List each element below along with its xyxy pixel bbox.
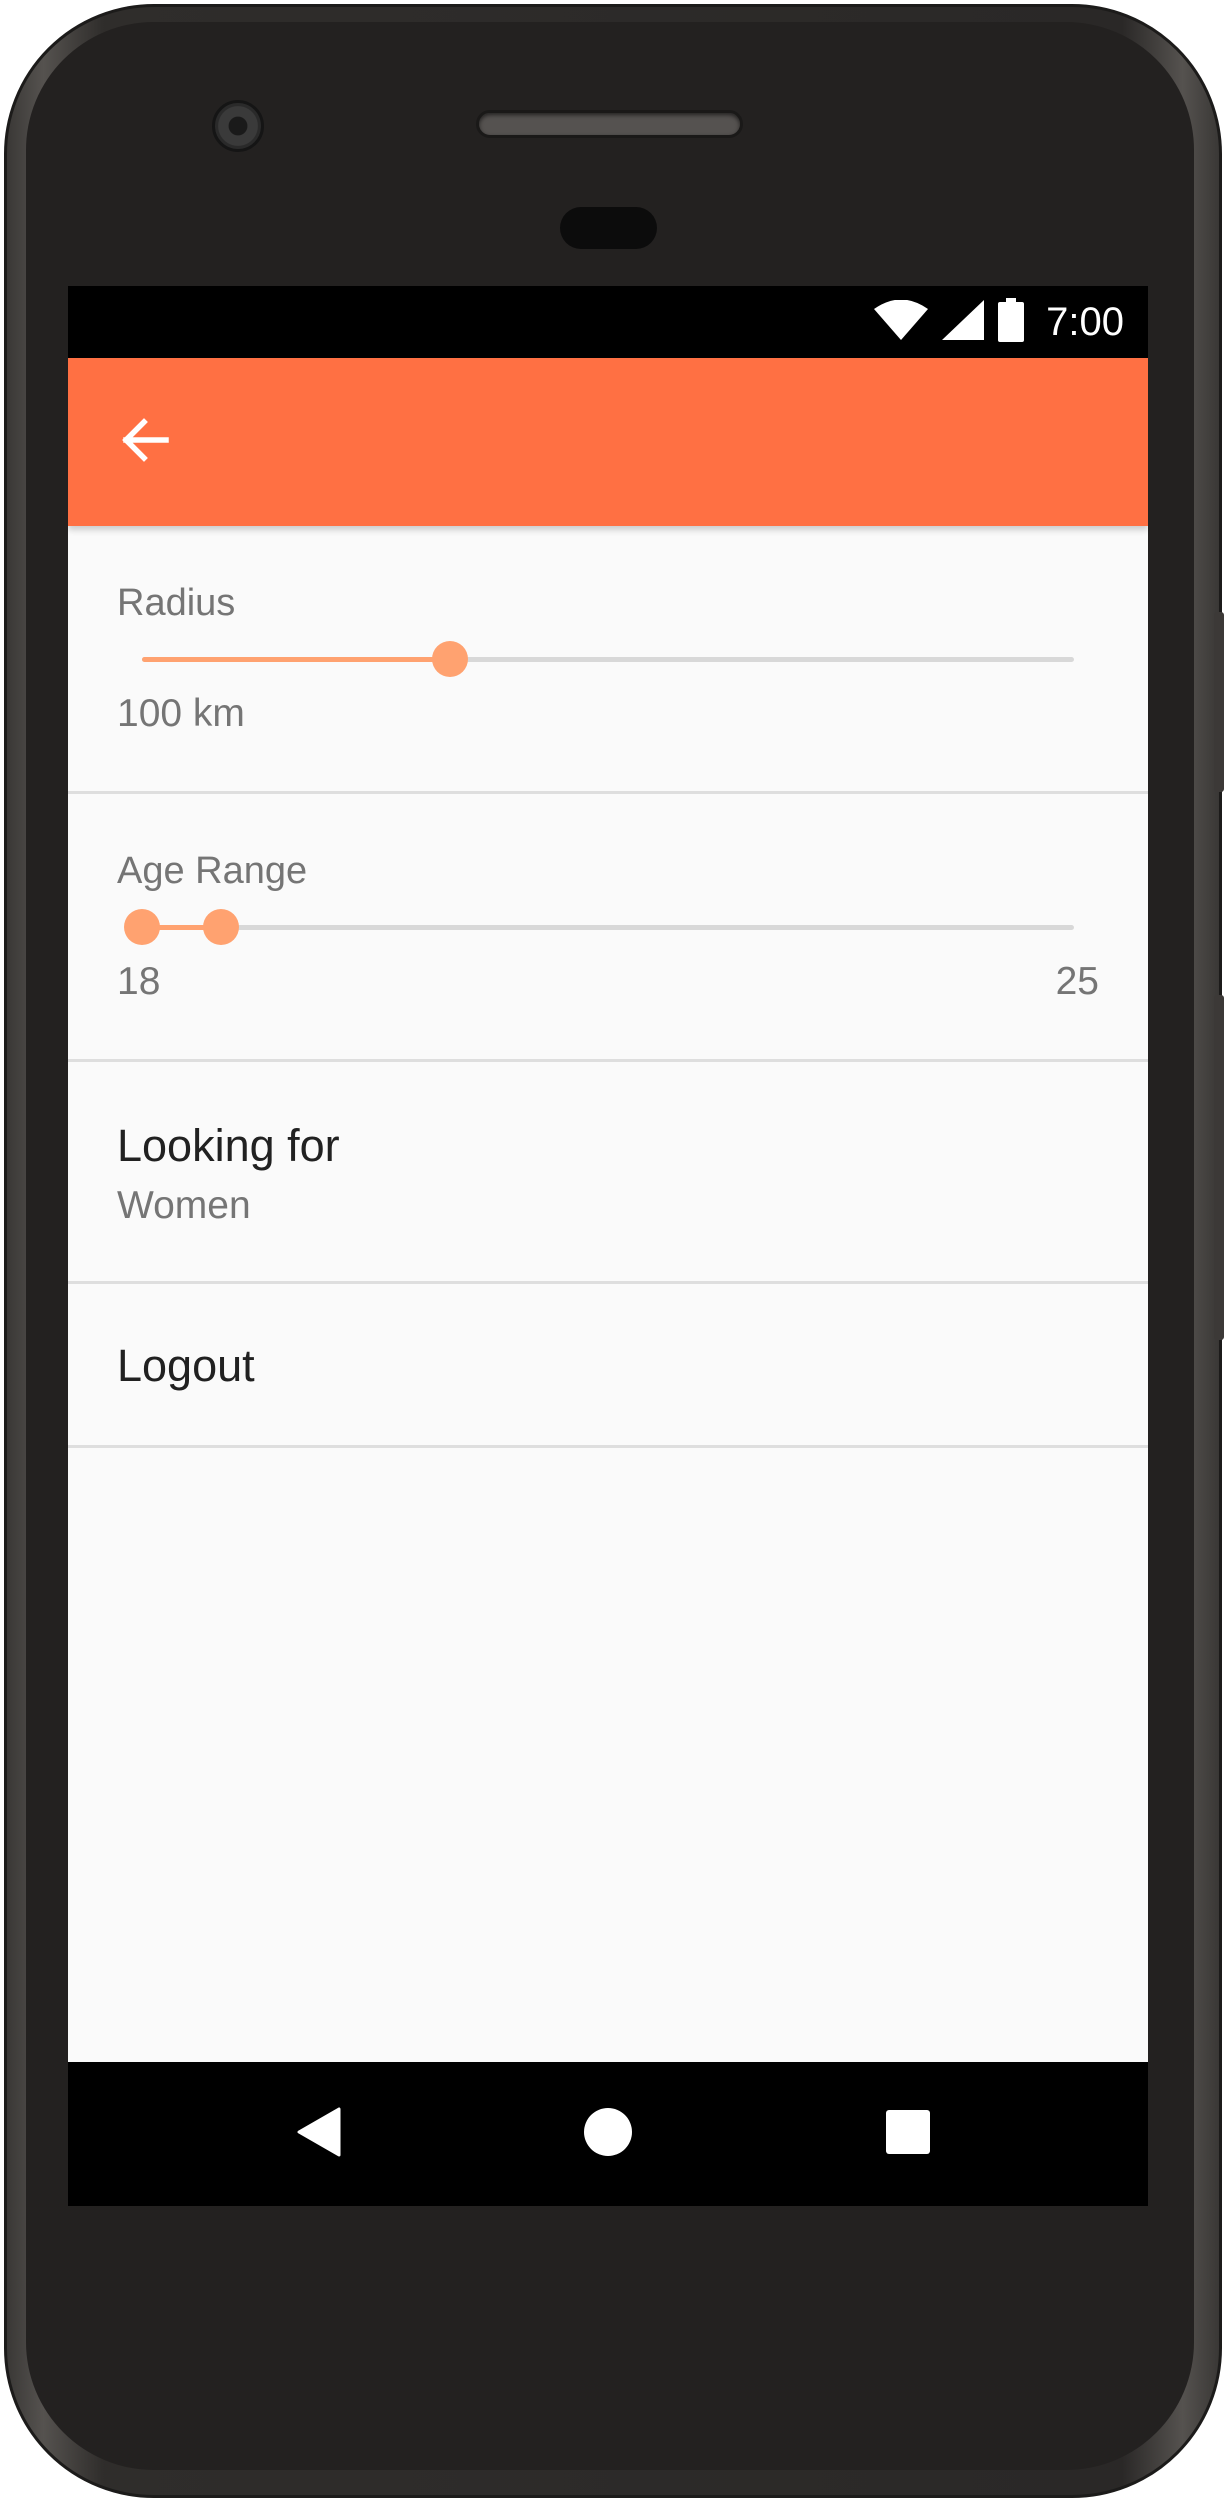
front-camera xyxy=(212,100,264,152)
app-bar xyxy=(68,358,1148,526)
radius-label: Radius xyxy=(117,582,236,624)
slider-fill xyxy=(142,657,450,662)
age-max-thumb[interactable] xyxy=(203,909,240,945)
slider-track xyxy=(142,925,1074,930)
volume-button xyxy=(1214,612,1224,792)
nav-home-button[interactable] xyxy=(576,2102,640,2166)
age-max-value: 25 xyxy=(1055,960,1099,1003)
proximity-sensor xyxy=(560,207,657,249)
arrow-back-icon xyxy=(118,414,170,471)
cell-signal-icon xyxy=(942,299,985,345)
nav-back-button[interactable] xyxy=(287,2102,351,2166)
age-min-value: 18 xyxy=(117,960,161,1003)
logout-label: Logout xyxy=(117,1340,255,1391)
settings-list: Radius 100 km Age Range 18 25 Looking fo… xyxy=(68,526,1148,1448)
status-bar: 7:00 xyxy=(68,286,1148,358)
status-time: 7:00 xyxy=(1046,299,1124,344)
radius-slider[interactable] xyxy=(142,639,1074,679)
radius-setting: Radius 100 km xyxy=(68,526,1148,794)
looking-for-title: Looking for xyxy=(117,1120,340,1171)
recents-square-icon xyxy=(885,2109,931,2160)
looking-for-value: Women xyxy=(117,1184,251,1227)
looking-for-setting[interactable]: Looking for Women xyxy=(68,1062,1148,1284)
navigation-bar xyxy=(68,2062,1148,2206)
back-triangle-icon xyxy=(297,2107,341,2162)
age-range-label: Age Range xyxy=(117,850,308,892)
radius-value: 100 km xyxy=(117,692,245,735)
age-min-thumb[interactable] xyxy=(124,909,160,945)
back-button[interactable] xyxy=(110,408,178,476)
wifi-icon xyxy=(874,299,929,345)
screen: 7:00 Radius 100 km Age Range 18 25 Looki… xyxy=(68,286,1148,2206)
nav-recents-button[interactable] xyxy=(876,2102,940,2166)
age-range-slider[interactable] xyxy=(124,907,1074,947)
power-button xyxy=(1214,995,1224,1340)
battery-icon xyxy=(998,297,1025,347)
logout-item[interactable]: Logout xyxy=(68,1284,1148,1448)
earpiece-speaker xyxy=(476,110,743,138)
home-circle-icon xyxy=(583,2107,633,2162)
age-range-setting: Age Range 18 25 xyxy=(68,794,1148,1062)
radius-slider-thumb[interactable] xyxy=(431,641,468,677)
